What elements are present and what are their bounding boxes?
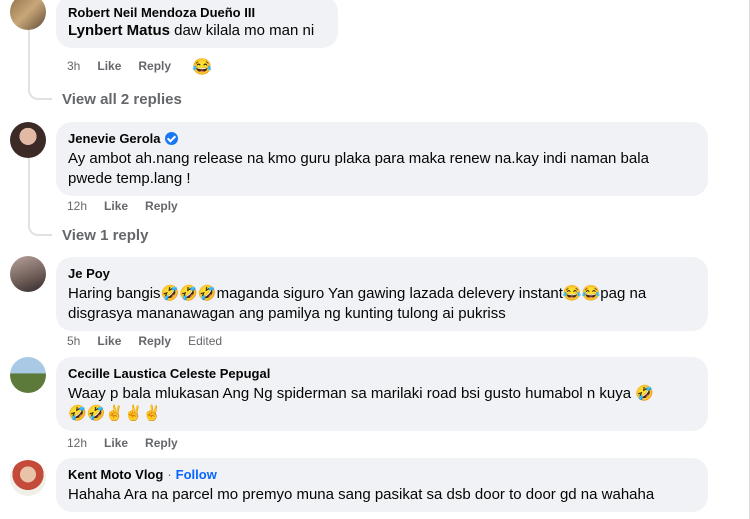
comment-bubble: Cecille Laustica Celeste Pepugal Waay p … (56, 357, 708, 431)
comment-time[interactable]: 12h (67, 436, 87, 450)
comment-author[interactable]: Cecille Laustica Celeste Pepugal (68, 365, 696, 382)
avatar[interactable] (10, 0, 46, 30)
thread-connector (28, 84, 52, 100)
comment-time[interactable]: 12h (67, 199, 87, 213)
comment-author: Jenevie Gerola (68, 130, 696, 147)
reply-button[interactable]: Reply (138, 59, 171, 73)
comment-time[interactable]: 5h (67, 334, 80, 348)
avatar[interactable] (10, 256, 46, 292)
thread-line (28, 158, 30, 226)
comment-author[interactable]: Je Poy (68, 265, 696, 282)
like-button[interactable]: Like (104, 436, 128, 450)
avatar[interactable] (10, 122, 46, 158)
mention-link[interactable]: Lynbert Matus (68, 22, 170, 39)
comment-text: Hahaha Ara na parcel mo premyo muna sang… (68, 486, 655, 503)
view-replies-link[interactable]: View all 2 replies (62, 91, 182, 108)
comment-actions: 5h Like Reply Edited (67, 334, 222, 348)
comment-author: Kent Moto Vlog · Follow (68, 466, 217, 483)
comment-text: Lynbert Matus daw kilala mo man ni (68, 22, 315, 39)
thread-connector (28, 220, 52, 236)
like-button[interactable]: Like (104, 199, 128, 213)
comment-text-line: 🤣🤣✌️✌️✌️ (68, 405, 162, 422)
comment-bubble: Je Poy Haring bangis🤣🤣🤣maganda siguro Ya… (56, 257, 708, 331)
reply-button[interactable]: Reply (138, 334, 171, 348)
separator-dot: · (167, 467, 172, 482)
comment-bubble: Robert Neil Mendoza Dueño III Lynbert Ma… (56, 0, 338, 48)
comment-text-line: disgrasya mananawagan ang pamilya ng kun… (68, 305, 506, 322)
avatar[interactable] (10, 460, 46, 496)
laugh-reaction-icon[interactable]: 😂 (192, 57, 212, 77)
comment-text-line: Haring bangis🤣🤣🤣maganda siguro Yan gawin… (68, 285, 647, 302)
comment-text-line: pwede temp.lang ! (68, 170, 191, 187)
comment-text-line: Waay p bala mlukasan Ang Ng spiderman sa… (68, 385, 654, 402)
avatar[interactable] (10, 357, 46, 393)
comment-bubble: Jenevie Gerola Ay ambot ah.nang release … (56, 122, 708, 196)
comment-actions: 12h Like Reply (67, 199, 178, 213)
comment-text-line: Ay ambot ah.nang release na kmo guru pla… (68, 150, 649, 167)
comment-author[interactable]: Robert Neil Mendoza Dueño III (68, 4, 326, 21)
comment-bubble: Kent Moto Vlog · Follow Hahaha Ara na parc… (56, 458, 708, 512)
edited-label[interactable]: Edited (188, 334, 222, 348)
like-button[interactable]: Like (97, 334, 121, 348)
comment-time[interactable]: 3h (67, 59, 80, 73)
comment-actions: 12h Like Reply (67, 436, 178, 450)
reply-button[interactable]: Reply (145, 436, 178, 450)
reply-button[interactable]: Reply (145, 199, 178, 213)
like-button[interactable]: Like (97, 59, 121, 73)
verified-badge-icon (164, 132, 178, 145)
follow-button[interactable]: Follow (176, 466, 217, 483)
comment-actions: 3h Like Reply (67, 59, 171, 73)
view-replies-link[interactable]: View 1 reply (62, 227, 148, 244)
